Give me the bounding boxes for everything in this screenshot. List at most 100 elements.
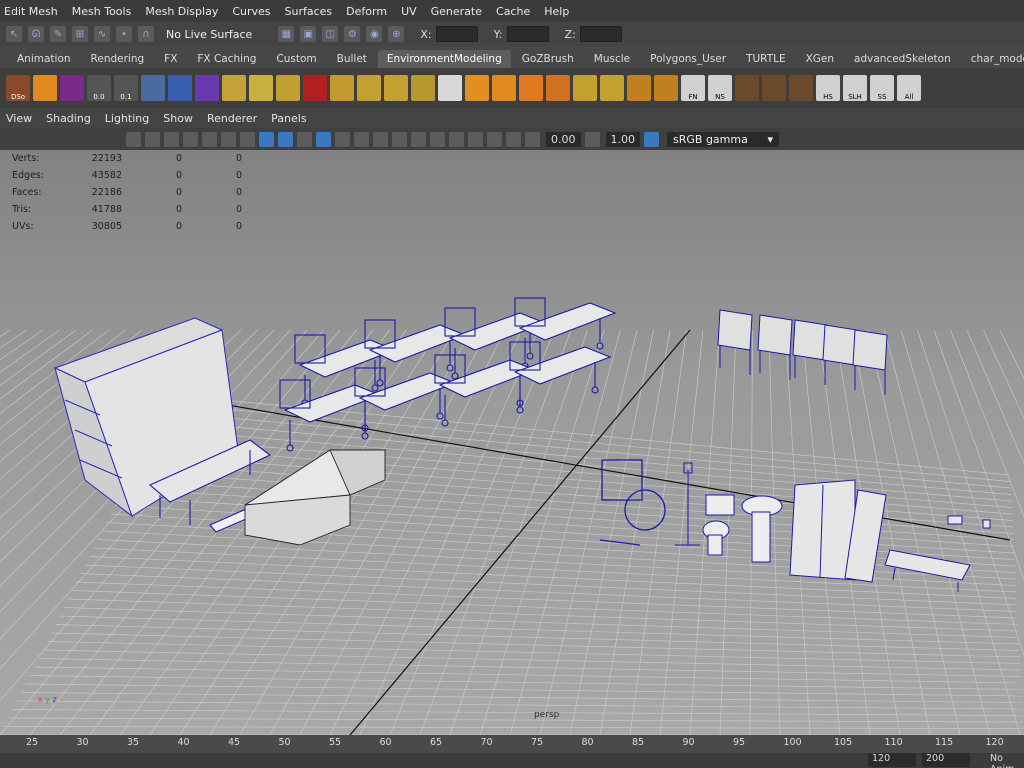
menu-help[interactable]: Help <box>544 5 569 18</box>
live-surface-label[interactable]: No Live Surface <box>166 28 252 41</box>
tile-icon[interactable] <box>384 75 408 101</box>
lattice-icon[interactable] <box>195 75 219 101</box>
toilet[interactable] <box>702 494 735 556</box>
waiting-chair[interactable] <box>757 314 793 380</box>
plane-icon[interactable] <box>222 75 246 101</box>
hospital-bed[interactable] <box>354 367 457 440</box>
stairs-icon[interactable] <box>330 75 354 101</box>
small-props[interactable] <box>947 515 991 529</box>
panel-menu-view[interactable]: View <box>6 112 32 125</box>
shelf-tab-custom[interactable]: Custom <box>267 50 325 68</box>
shadows-icon[interactable] <box>354 131 369 147</box>
panel-menu-shading[interactable]: Shading <box>46 112 91 125</box>
waiting-chair[interactable] <box>717 309 753 375</box>
resolution-gate-icon[interactable] <box>221 131 236 147</box>
shelf-tab-polygons-user[interactable]: Polygons_User <box>641 50 735 68</box>
menu-surfaces[interactable]: Surfaces <box>285 5 333 18</box>
sphere-icon[interactable] <box>519 75 543 101</box>
menu-edit-mesh[interactable]: Edit Mesh <box>4 5 58 18</box>
lights-icon[interactable] <box>335 131 350 147</box>
color-space-dropdown[interactable]: sRGB gamma ▾ <box>667 131 779 147</box>
gamma-value[interactable]: 1.00 <box>605 131 640 147</box>
counter-b-icon[interactable]: 0.1 <box>114 75 138 101</box>
motion-blur-icon[interactable] <box>392 131 407 147</box>
box-icon[interactable] <box>492 75 516 101</box>
image-plane-icon[interactable] <box>164 131 179 147</box>
shelf-tab-fx-caching[interactable]: FX Caching <box>188 50 265 68</box>
range-max-field[interactable]: 200 <box>922 753 970 767</box>
counter-icon[interactable]: 0.0 <box>87 75 111 101</box>
hospital-bed-beds[interactable] <box>279 297 617 452</box>
snap-grid-icon[interactable]: ⊞ <box>72 26 88 42</box>
eye-slh-icon[interactable]: SLH <box>843 75 867 101</box>
grid-icon[interactable] <box>573 75 597 101</box>
waiting-chair[interactable] <box>852 329 888 395</box>
pivot-icon[interactable] <box>141 75 165 101</box>
color-management-icon[interactable] <box>644 131 659 147</box>
panel-menu-renderer[interactable]: Renderer <box>207 112 257 125</box>
knife-icon[interactable] <box>303 75 327 101</box>
extrude-icon[interactable] <box>249 75 273 101</box>
menu-deform[interactable]: Deform <box>346 5 387 18</box>
menu-mesh-tools[interactable]: Mesh Tools <box>72 5 132 18</box>
time-slider[interactable]: 25 30 35 40 45 50 55 60 65 70 75 80 85 90 95 100 105 110 1… <box>0 735 1024 753</box>
render-current-icon[interactable]: ▣ <box>300 26 317 42</box>
shelf-tab-xgen[interactable]: XGen <box>797 50 843 68</box>
combine-icon[interactable] <box>438 75 462 101</box>
wire-on-shaded-icon[interactable] <box>297 131 312 147</box>
eye-all-icon[interactable]: All <box>897 75 921 101</box>
menu-cache[interactable]: Cache <box>496 5 530 18</box>
frame-selected-icon[interactable] <box>506 131 521 147</box>
bridge-icon[interactable] <box>627 75 651 101</box>
waiting-chair[interactable] <box>792 319 828 385</box>
magnet-icon[interactable]: ∩ <box>138 26 154 42</box>
bend-icon[interactable] <box>168 75 192 101</box>
gate-mask-icon[interactable] <box>240 131 255 147</box>
dso-shelf-button[interactable]: DSo <box>6 75 30 101</box>
coord-x[interactable]: X: <box>420 26 478 42</box>
isolate-icon[interactable] <box>411 131 426 147</box>
separate-icon[interactable] <box>465 75 489 101</box>
render-view-icon[interactable]: ▦ <box>278 26 295 42</box>
xray-icon[interactable] <box>430 131 445 147</box>
grid-toggle-icon[interactable] <box>183 131 198 147</box>
film-gate-icon[interactable] <box>202 131 217 147</box>
wireframe-icon[interactable] <box>259 131 274 147</box>
arrow-tool-c-icon[interactable] <box>789 75 813 101</box>
shelf-tab-muscle[interactable]: Muscle <box>585 50 639 68</box>
panel-menu-panels[interactable]: Panels <box>271 112 306 125</box>
smooth-shade-icon[interactable] <box>278 131 293 147</box>
arrow-tool-icon[interactable] <box>735 75 759 101</box>
menu-generate[interactable]: Generate <box>431 5 482 18</box>
transform-icon[interactable]: ⊕ <box>388 26 405 42</box>
backface-icon[interactable] <box>468 131 483 147</box>
eye-hs-icon[interactable]: HS <box>816 75 840 101</box>
crease-icon[interactable] <box>600 75 624 101</box>
panel-menu-lighting[interactable]: Lighting <box>105 112 149 125</box>
shelf-tab-environmentmodeling[interactable]: EnvironmentModeling <box>377 50 511 68</box>
fill-icon[interactable] <box>654 75 678 101</box>
particles-icon[interactable] <box>60 75 84 101</box>
merge-icon[interactable] <box>546 75 570 101</box>
bookmark-icon[interactable] <box>145 131 160 147</box>
paint-select-icon[interactable]: ✎ <box>50 26 66 42</box>
eye-ns-icon[interactable]: NS <box>708 75 732 101</box>
coord-y[interactable]: Y: <box>494 26 549 42</box>
shelf-tab-turtle[interactable]: TURTLE <box>737 50 795 68</box>
eye-fn-icon[interactable]: FN <box>681 75 705 101</box>
shelf-tab-fx[interactable]: FX <box>155 50 186 68</box>
snap-point-icon[interactable]: • <box>116 26 132 42</box>
select-tool-icon[interactable]: ↖ <box>6 26 22 42</box>
coord-z[interactable]: Z: <box>565 26 622 42</box>
ao-icon[interactable] <box>373 131 388 147</box>
shelf-tab-rendering[interactable]: Rendering <box>82 50 154 68</box>
menu-mesh-display[interactable]: Mesh Display <box>145 5 218 18</box>
waiting-chair[interactable] <box>822 324 858 390</box>
shelf-tab-animation[interactable]: Animation <box>8 50 80 68</box>
frame-all-icon[interactable] <box>487 131 502 147</box>
cube-icon[interactable] <box>33 75 57 101</box>
exposure-value[interactable]: 0.00 <box>546 131 581 147</box>
wardrobe[interactable] <box>789 479 887 583</box>
perspective-viewport[interactable]: Verts: 22193 0 0 Edges: 43582 0 0 Faces: 22186 0 0 T… <box>0 150 1024 735</box>
range-slider[interactable]: 120 200 No Anim <box>0 753 1024 768</box>
